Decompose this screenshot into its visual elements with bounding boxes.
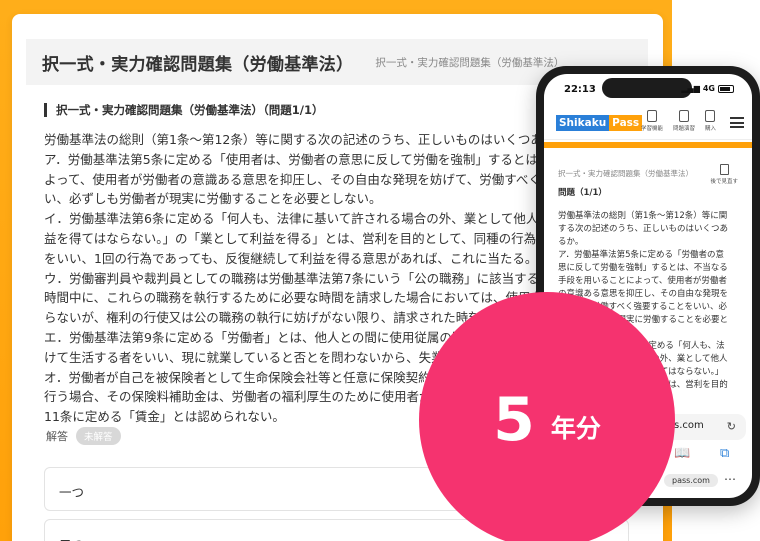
bookmark-icon xyxy=(719,164,729,175)
nav-icons: 学習機能 問題演習 購入 xyxy=(641,110,716,132)
battery-icon xyxy=(718,84,734,93)
phone-subtitle: 択一式・実力確認問題集（労働基準法） xyxy=(558,169,693,178)
answer-row: 解答 未解答 xyxy=(46,427,121,445)
phone-question-line: 労働基準法の総則（第1条～第12条）等に関 xyxy=(558,211,728,221)
status-bar: 22:13 ▂▄▆ 4G xyxy=(544,74,752,102)
breadcrumb: 択一式・実力確認問題集（労働基準法） xyxy=(375,56,565,69)
nav-purchase[interactable]: 購入 xyxy=(705,110,716,132)
phone-notch xyxy=(602,78,692,98)
years-badge: 5 年分 xyxy=(419,292,675,541)
answer-label: 解答 xyxy=(46,430,68,443)
years-unit: 年分 xyxy=(550,414,601,443)
phone-question-line: ア．労働基準法第5条に定める「労働者の意 xyxy=(558,250,725,260)
phone-question-line: るか。 xyxy=(558,237,584,247)
phone-question-line: 手段を用いることによって、使用者が労働者 xyxy=(558,276,727,286)
review-later-button[interactable]: 後で見直す xyxy=(710,164,738,185)
reload-icon[interactable]: ↻ xyxy=(727,420,736,433)
phone-question-line: 思に反して労働を強制」するとは、不当なる xyxy=(558,263,728,273)
bookmarks-icon[interactable]: 📖 xyxy=(674,446,690,461)
nav-label: 学習機能 xyxy=(640,126,663,132)
nav-learning[interactable]: 学習機能 xyxy=(641,110,663,132)
years-number: 5 xyxy=(493,385,535,455)
more-icon[interactable]: ⋯ xyxy=(724,472,736,486)
question-label: 択一式・実力確認問題集（労働基準法）（問題1/1） xyxy=(44,103,323,117)
nav-practice[interactable]: 問題演習 xyxy=(673,110,695,132)
answer-status-badge: 未解答 xyxy=(76,427,121,445)
pencil-icon xyxy=(678,110,689,122)
phone-question-line: する次の記述のうち、正しいものはいくつあ xyxy=(558,224,729,234)
logo-part-b: Pass xyxy=(609,114,643,131)
hamburger-menu-icon[interactable] xyxy=(730,117,744,128)
logo-part-a: Shikaku xyxy=(556,114,610,131)
phone-navbar: Shikaku Pass 学習機能 問題演習 購入 xyxy=(544,106,752,140)
status-time: 22:13 xyxy=(564,84,596,95)
signal-icon: ▂▄▆ xyxy=(681,84,700,93)
phone-question-number: 問題（1/1） xyxy=(558,188,607,198)
network-label: 4G xyxy=(702,84,715,93)
nav-label: 問題演習 xyxy=(672,126,695,132)
page-title: 択一式・実力確認問題集（労働基準法） xyxy=(42,54,354,75)
tabs-icon[interactable]: ⧉ xyxy=(720,446,729,461)
bookmark-label: 後で見直す xyxy=(710,179,738,185)
bag-icon xyxy=(705,110,716,122)
nav-label: 購入 xyxy=(704,126,716,132)
status-icons: ▂▄▆ 4G xyxy=(681,84,734,93)
url-pill[interactable]: pass.com xyxy=(664,474,718,487)
book-icon xyxy=(646,110,657,122)
shikakupass-logo[interactable]: Shikaku Pass xyxy=(556,114,643,131)
